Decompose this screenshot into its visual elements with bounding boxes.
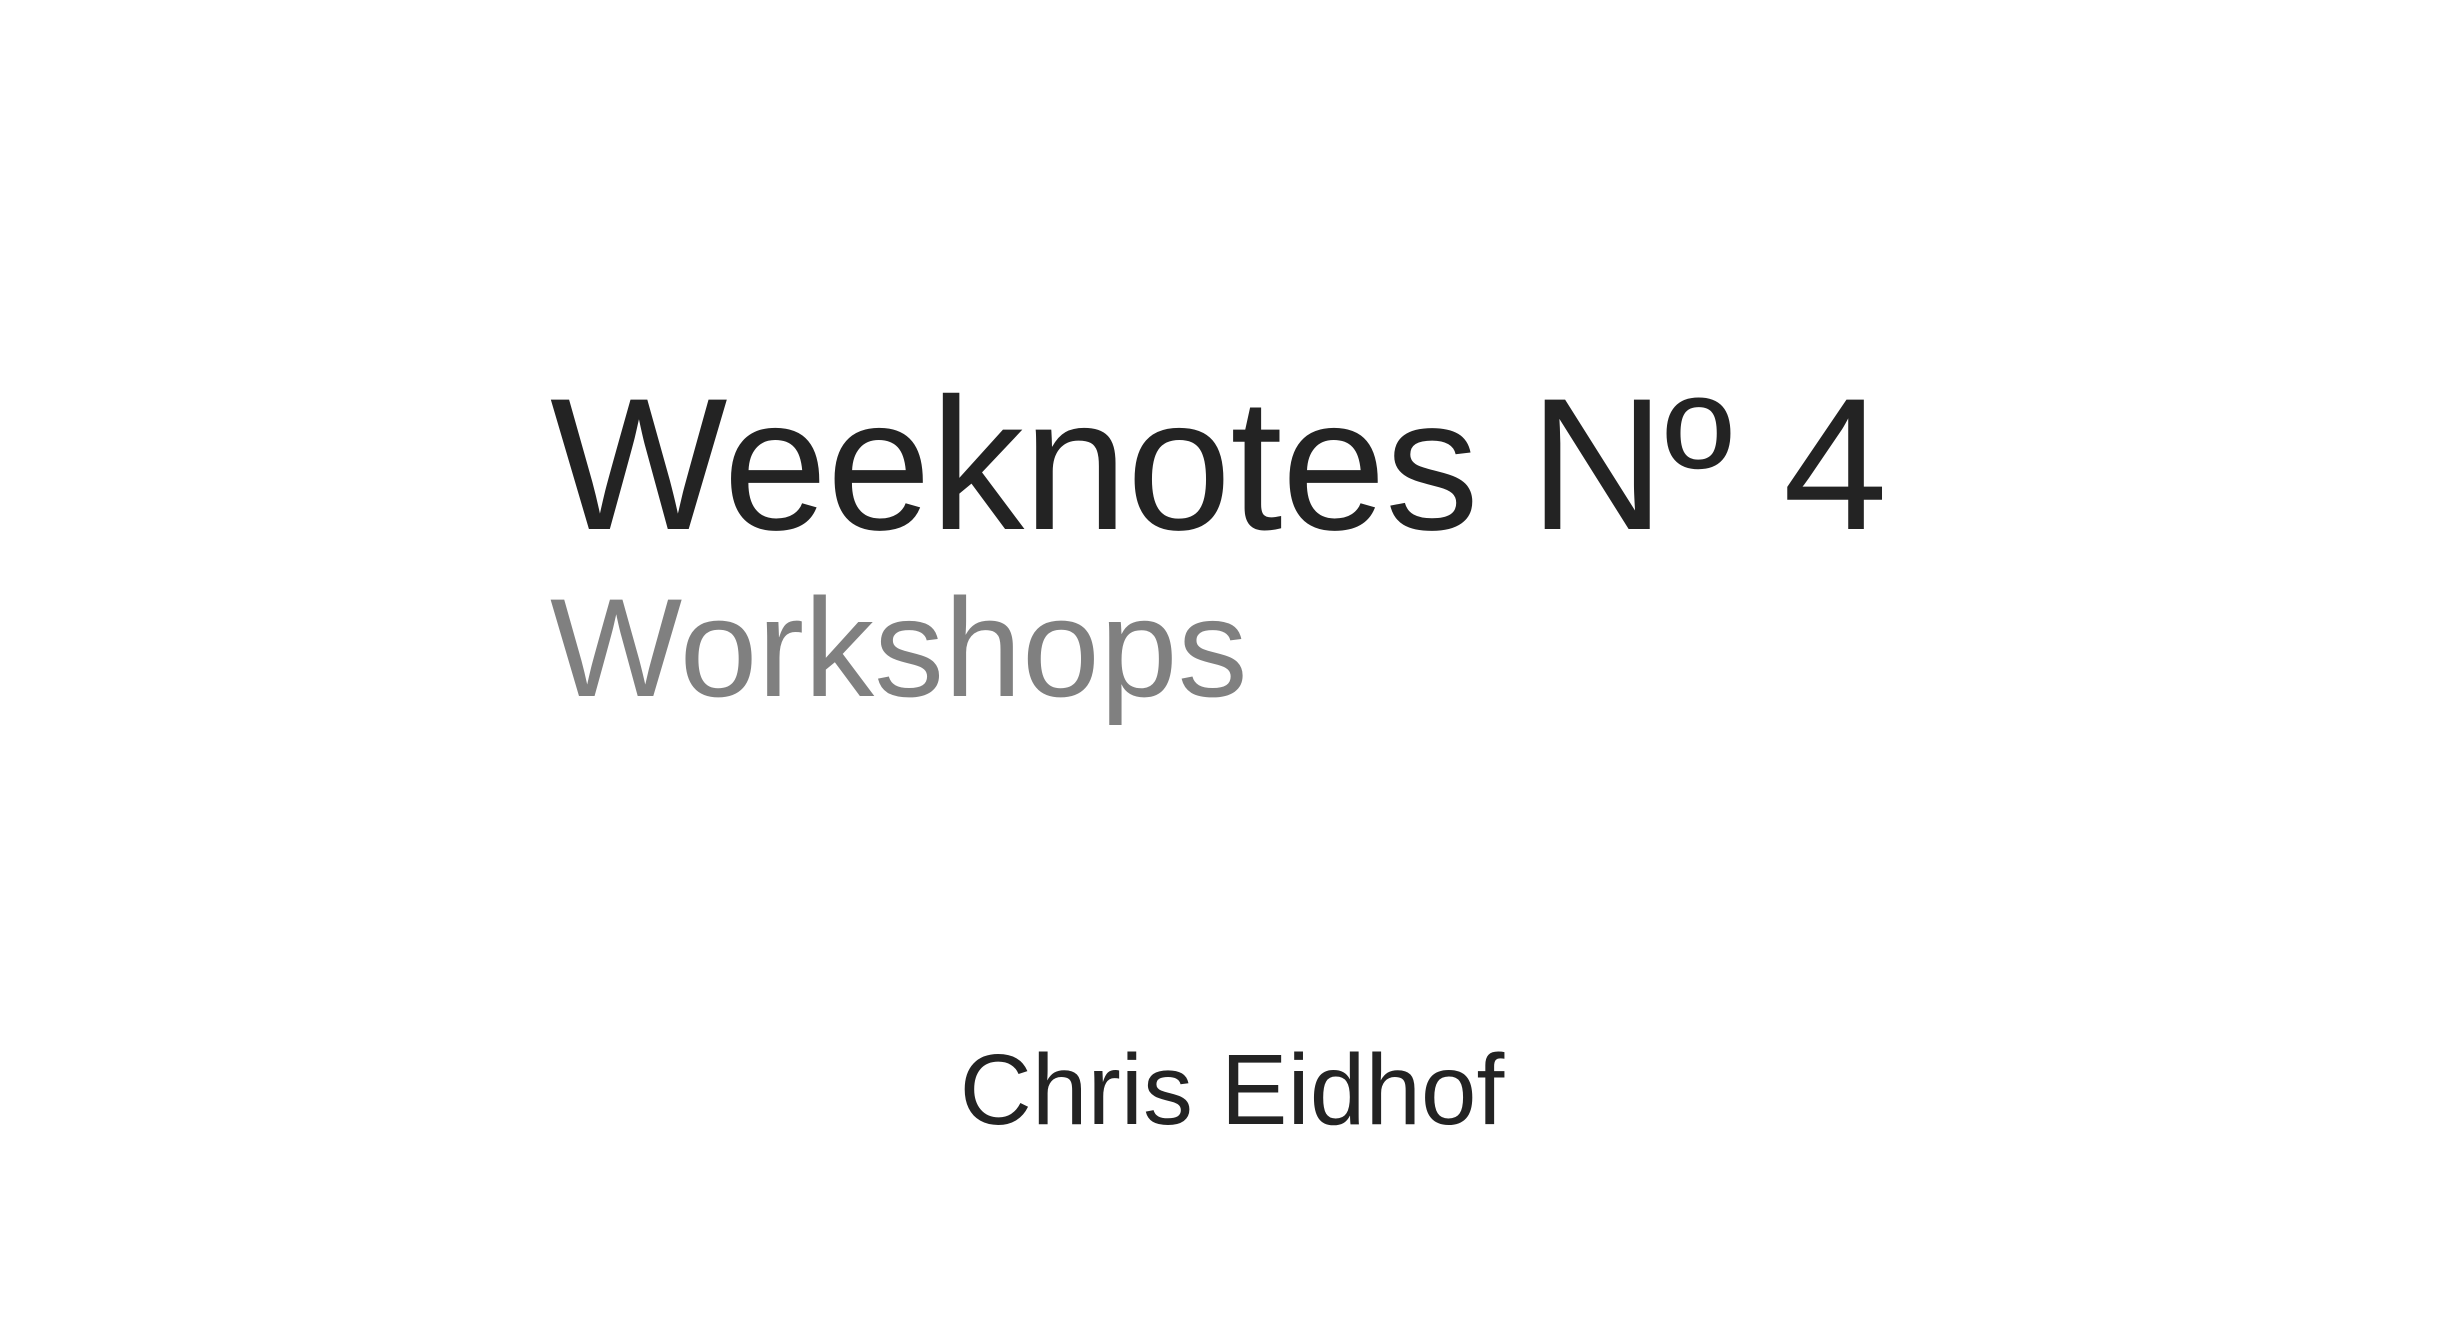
slide-author: Chris Eidhof	[959, 1034, 1505, 1146]
title-block: Weeknotes Nº 4 Workshops	[550, 359, 1888, 726]
slide-title: Weeknotes Nº 4	[550, 359, 1888, 569]
slide-subtitle: Workshops	[550, 569, 1248, 726]
title-slide: Weeknotes Nº 4 Workshops Chris Eidhof	[0, 0, 2464, 1324]
